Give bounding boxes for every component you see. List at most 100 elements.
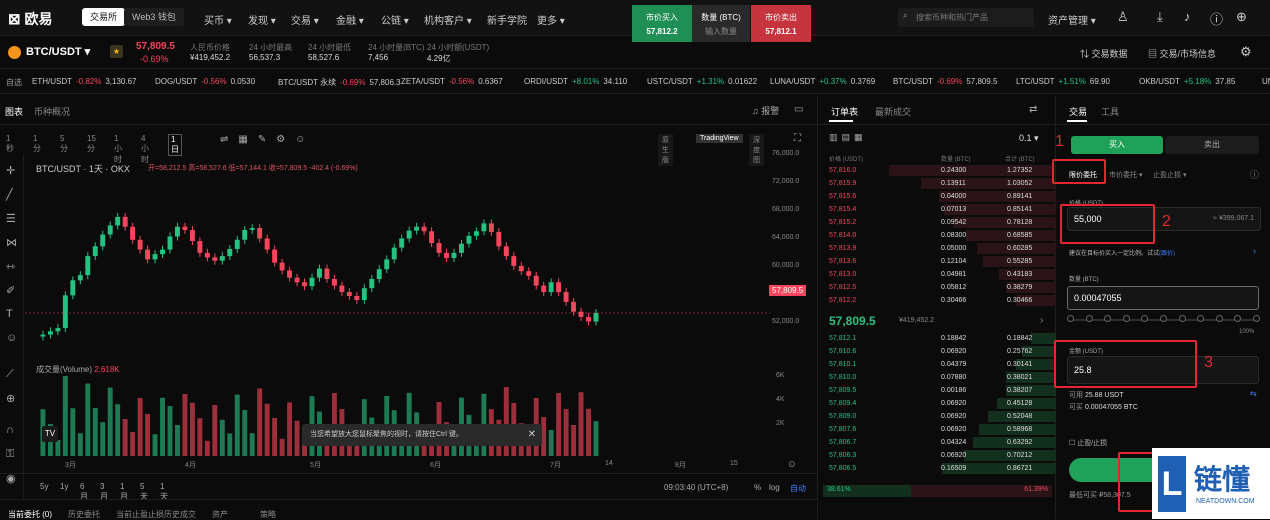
- price-axis[interactable]: 76,000.0 72,000.0 68,000.0 64,000.0 60,000.0…: [772, 150, 816, 364]
- favorite-star-icon[interactable]: ★: [110, 45, 123, 58]
- chevron-right-icon[interactable]: ›: [1040, 315, 1043, 326]
- pair-selector[interactable]: BTC/USDT ▾: [26, 45, 90, 58]
- order-type-tpsl[interactable]: 止盈止损 ▾: [1153, 170, 1186, 180]
- ask-row[interactable]: 57,815.9 0.13911 1.03052: [819, 177, 1056, 190]
- tab-exchange[interactable]: 交易所: [82, 8, 126, 26]
- close-icon[interactable]: ✕: [528, 424, 536, 446]
- trendline-icon[interactable]: ╱: [6, 188, 13, 201]
- scroll-ticker[interactable]: ETH/USDT -0.82% 3,130.67: [32, 77, 137, 86]
- goto-icon[interactable]: ⊙: [788, 459, 796, 470]
- menu-buy[interactable]: 买币 ▾: [204, 12, 232, 27]
- bid-row[interactable]: 57,806.5 0.16509 0.86721: [819, 462, 1056, 475]
- brush-icon[interactable]: ✐: [6, 284, 15, 297]
- text-icon[interactable]: T: [6, 308, 13, 320]
- menu-more[interactable]: 更多 ▾: [537, 12, 565, 27]
- bid-row[interactable]: 57,810.6 0.06920 0.25762: [819, 345, 1056, 358]
- crosshair-icon[interactable]: ✛: [6, 164, 15, 177]
- scroll-ticker[interactable]: LTC/USDT +1.51% 69.90: [1016, 77, 1110, 86]
- slider-dot[interactable]: [1141, 315, 1149, 322]
- chart-tools[interactable]: ⇌▦✎⚙☺: [220, 134, 315, 145]
- scroll-ticker[interactable]: UNI/US: [1262, 77, 1270, 86]
- menu-chain[interactable]: 公链 ▾: [381, 12, 409, 27]
- menu-finance[interactable]: 金融 ▾: [336, 12, 364, 27]
- tab-web3-wallet[interactable]: Web3 钱包: [124, 8, 184, 26]
- fullscreen-icon[interactable]: ⛶: [794, 133, 801, 144]
- lock-icon[interactable]: ⚿: [6, 448, 14, 461]
- interval-1[interactable]: 1分: [33, 134, 41, 154]
- range-5y[interactable]: 5y: [40, 482, 48, 491]
- slider-dot[interactable]: [1160, 315, 1167, 322]
- bid-row[interactable]: 57,809.4 0.06920 0.45128: [819, 397, 1056, 410]
- menu-discover[interactable]: 发现 ▾: [248, 12, 276, 27]
- slider-dot[interactable]: [1122, 315, 1130, 322]
- bell-icon[interactable]: ♪: [1184, 9, 1191, 24]
- tab-tools[interactable]: 工具: [1101, 105, 1119, 118]
- market-info-link[interactable]: ▤ 交易/市场信息: [1148, 47, 1216, 60]
- interval-6[interactable]: 1日: [168, 134, 182, 156]
- bid-row[interactable]: 57,810.1 0.04379 0.30141: [819, 358, 1056, 371]
- ask-row[interactable]: 57,816.0 0.24300 1.27352: [819, 164, 1056, 177]
- globe-icon[interactable]: ⊕: [1236, 9, 1247, 25]
- swap-icon[interactable]: ⇄: [1029, 104, 1037, 115]
- bottom-tab-2[interactable]: 当前止盈止损: [116, 509, 164, 520]
- slider-dot[interactable]: [1067, 315, 1074, 322]
- slider-dot[interactable]: [1197, 315, 1205, 322]
- menu-academy[interactable]: 新手学院: [487, 12, 527, 27]
- order-type-market[interactable]: 市价委托 ▾: [1109, 170, 1142, 180]
- fib-icon[interactable]: ☰: [6, 212, 16, 225]
- interval-0[interactable]: 1秒: [6, 134, 14, 154]
- settings-gear-icon[interactable]: ⚙: [1240, 44, 1252, 60]
- bid-row[interactable]: 57,812.1 0.18842 0.18842: [819, 332, 1056, 345]
- bid-row[interactable]: 57,809.5 0.00186 0.38207: [819, 384, 1056, 397]
- scroll-ticker[interactable]: BTC/USDT -0.69% 57,809.5: [893, 77, 998, 86]
- bid-row[interactable]: 57,809.0 0.06920 0.52048: [819, 410, 1056, 423]
- trading-data-link[interactable]: ⇅ 交易数据: [1080, 47, 1128, 60]
- ask-row[interactable]: 57,812.2 0.30466 0.30466: [819, 294, 1056, 307]
- help-icon[interactable]: ⓘ: [1210, 9, 1223, 28]
- ask-row[interactable]: 57,813.9 0.05000 0.60285: [819, 242, 1056, 255]
- tab-chart[interactable]: 图表: [5, 105, 23, 118]
- bid-row[interactable]: 57,810.0 0.07880 0.38021: [819, 371, 1056, 384]
- tab-latest-trades[interactable]: 最新成交: [875, 105, 911, 118]
- tab-orderbook[interactable]: 订单表: [831, 105, 858, 118]
- slider-dot[interactable]: [1104, 315, 1112, 322]
- ask-row[interactable]: 57,815.6 0.04000 0.89141: [819, 190, 1056, 203]
- emoji-icon[interactable]: ☺: [6, 332, 17, 344]
- chevron-right-icon[interactable]: ›: [1253, 246, 1256, 256]
- bottom-tab-1[interactable]: 历史委托: [68, 509, 100, 520]
- asset-management-menu[interactable]: 资产管理 ▾: [1048, 12, 1096, 27]
- time-axis[interactable]: 3月 4月 5月 6月 7月 8月 14 15: [25, 460, 815, 472]
- bottom-tab-5[interactable]: 策略: [260, 509, 276, 520]
- precision-select[interactable]: 0.1 ▾: [1019, 133, 1039, 144]
- alert-icon[interactable]: ♫ 报警: [752, 104, 779, 117]
- ask-row[interactable]: 57,814.0 0.08300 0.68585: [819, 229, 1056, 242]
- scroll-ticker[interactable]: USTC/USDT +1.31% 0.01622: [647, 77, 757, 86]
- search-input[interactable]: ⌕ 搜索币种和热门产品: [898, 8, 1034, 27]
- ask-row[interactable]: 57,815.4 0.07013 0.85141: [819, 203, 1056, 216]
- ask-row[interactable]: 57,815.2 0.09542 0.78128: [819, 216, 1056, 229]
- tab-trade[interactable]: 交易: [1069, 105, 1087, 118]
- scroll-ticker[interactable]: DOG/USDT -0.56% 0.0530: [155, 77, 255, 86]
- ask-row[interactable]: 57,813.0 0.04981 0.43183: [819, 268, 1056, 281]
- buy-tab-button[interactable]: 买入: [1071, 136, 1163, 154]
- download-icon[interactable]: ⤓: [1157, 9, 1163, 25]
- scroll-ticker[interactable]: ORDI/USDT +8.01% 34.110: [524, 77, 627, 86]
- menu-trade[interactable]: 交易 ▾: [291, 12, 319, 27]
- bid-row[interactable]: 57,807.6 0.06920 0.58968: [819, 423, 1056, 436]
- bottom-tab-0[interactable]: 当前委托 (0): [8, 509, 52, 520]
- scroll-ticker[interactable]: ZETA/USDT -0.56% 0.6367: [401, 77, 503, 86]
- bottom-tab-3[interactable]: 历史成交: [164, 509, 196, 520]
- slider-dot[interactable]: [1215, 315, 1223, 322]
- bid-row[interactable]: 57,806.7 0.04324 0.63292: [819, 436, 1056, 449]
- scroll-ticker[interactable]: BTC/USDT 永续 -0.69% 57,806.3: [278, 77, 401, 88]
- sell-tab-button[interactable]: 卖出: [1165, 136, 1259, 154]
- menu-institutional[interactable]: 机构客户 ▾: [424, 12, 472, 27]
- view-1[interactable]: TradingView: [696, 134, 743, 143]
- book-layout-icons[interactable]: ▥▤▦: [829, 132, 867, 143]
- pattern-icon[interactable]: ⋈: [6, 236, 17, 249]
- tab-coin-overview[interactable]: 币种概况: [34, 105, 70, 118]
- magnet-icon[interactable]: ∩: [6, 424, 14, 436]
- scroll-ticker[interactable]: OKB/USDT +5.18% 37.85: [1139, 77, 1235, 86]
- ruler-icon[interactable]: ⇿: [6, 260, 15, 273]
- okx-logo[interactable]: ⊠ 欧易: [8, 9, 52, 29]
